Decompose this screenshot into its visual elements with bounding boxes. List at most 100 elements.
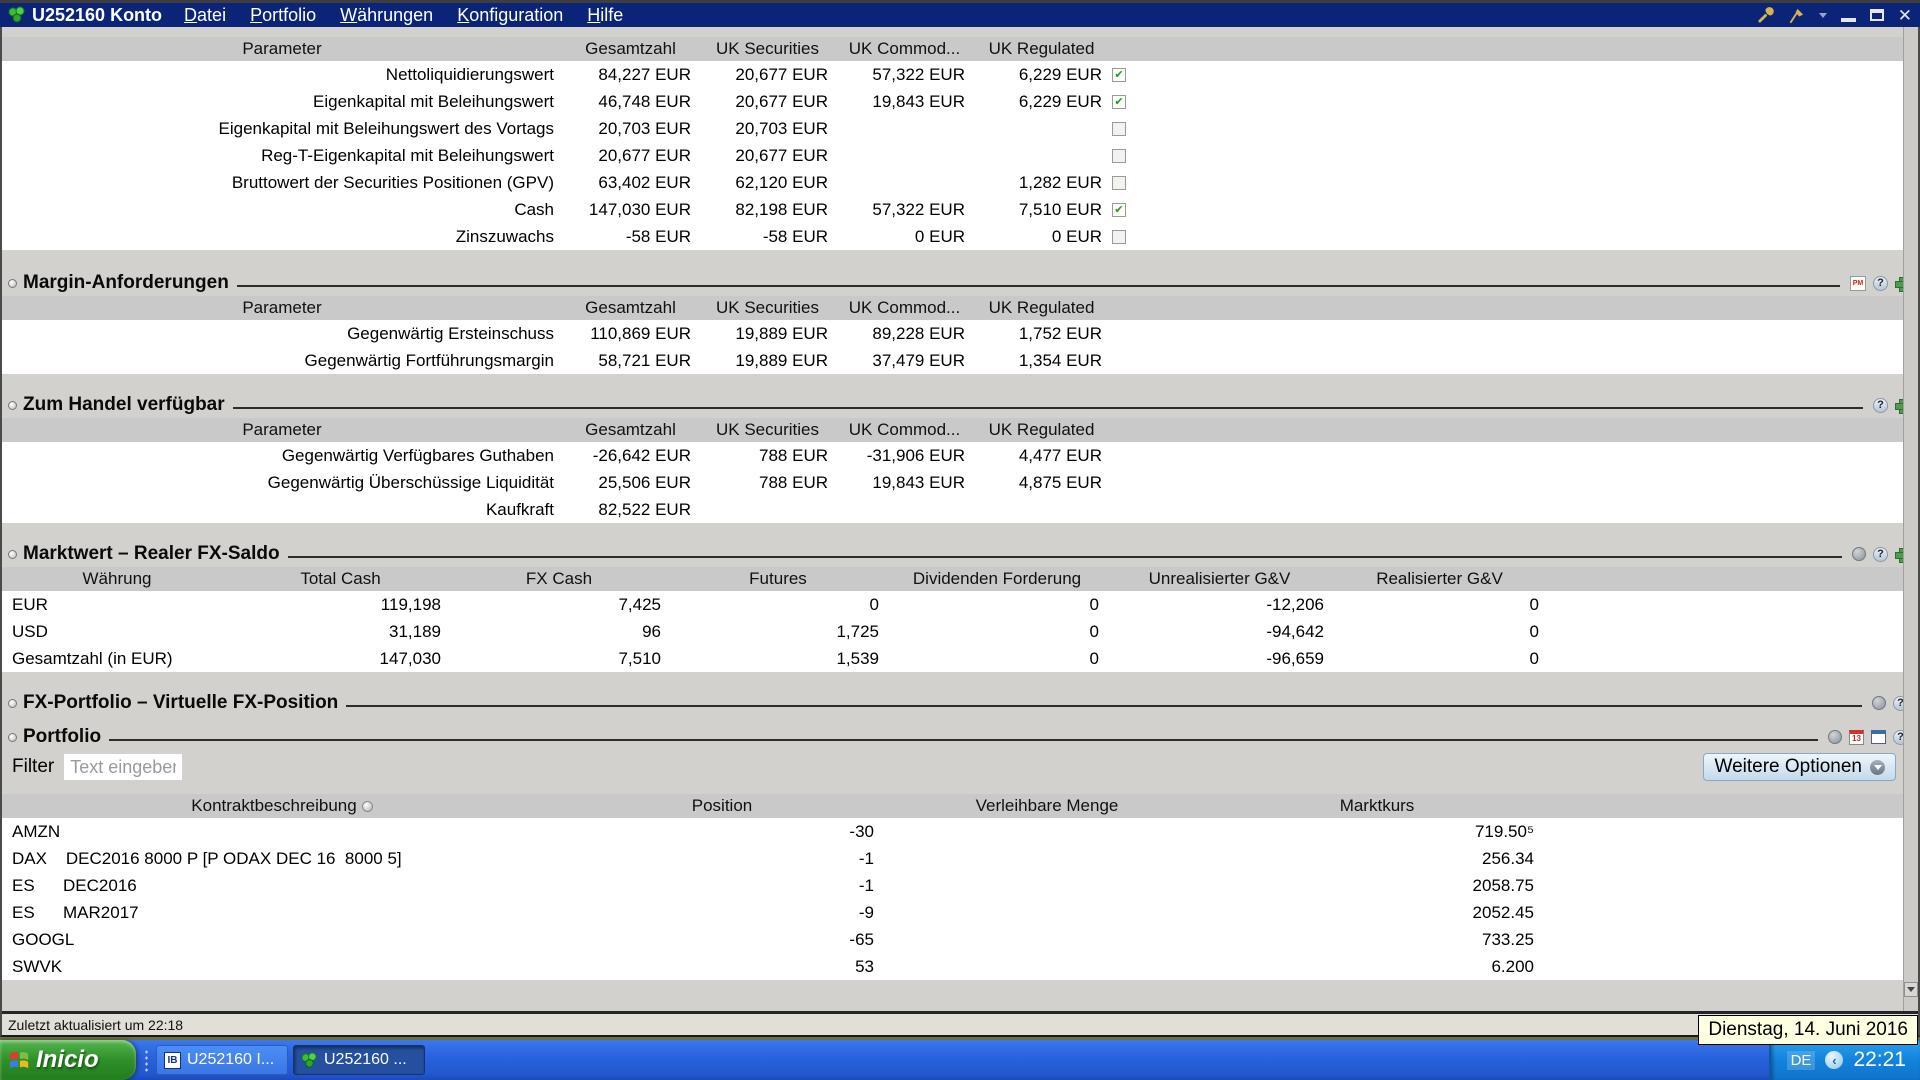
help-icon[interactable] [1873, 546, 1888, 562]
contract-description: AMZN [12, 821, 61, 841]
window-icon[interactable] [1871, 730, 1886, 744]
help-icon[interactable] [1873, 275, 1888, 291]
position-row[interactable]: SWVK 53 6.200 [2, 953, 1918, 980]
balance-row[interactable]: Nettoliquidierungswert 84,227 EUR 20,677… [2, 61, 1918, 88]
available-row[interactable]: Kaufkraft 82,522 EUR [2, 496, 1918, 523]
col-uk-commod: UK Commod... [848, 298, 961, 317]
contract-description: SWVK [12, 956, 63, 976]
close-icon[interactable]: ✕ [1898, 7, 1912, 24]
value-uk-commod: 57,322 EUR [872, 199, 965, 219]
section-title: FX-Portfolio – Virtuelle FX-Position [23, 692, 339, 713]
value-uk-regulated [973, 496, 1110, 523]
balance-row[interactable]: Eigenkapital mit Beleihungswert 46,748 E… [2, 88, 1918, 115]
available-row[interactable]: Gegenwärtig Überschüssige Liquidität 25,… [2, 469, 1918, 496]
position-row[interactable]: AMZN -30 719.50⁵ [2, 818, 1918, 845]
currency-row[interactable]: USD 31,189 96 1,725 0 -94,642 0 [2, 618, 1918, 645]
section-fx-portfolio: FX-Portfolio – Virtuelle FX-Position [2, 690, 1918, 716]
maximize-icon[interactable] [1869, 9, 1884, 21]
content-area: Parameter Gesamtzahl UK Securities UK Co… [2, 27, 1918, 1011]
hand-icon[interactable] [1872, 696, 1886, 710]
hand-icon[interactable] [1852, 547, 1866, 561]
dividenden: 0 [1089, 594, 1099, 614]
market-value-header: Währung Total Cash FX Cash Futures Divid… [2, 567, 1918, 591]
value-gesamtzahl: -58 EUR [625, 226, 691, 246]
margin-table: Gegenwärtig Ersteinschuss 110,869 EUR 19… [2, 320, 1918, 374]
collapse-tray-icon[interactable]: ‹ [1825, 1051, 1844, 1069]
fx-cash: 7,510 [618, 648, 661, 668]
start-button[interactable]: Inicio [0, 1040, 136, 1080]
margin-row[interactable]: Gegenwärtig Ersteinschuss 110,869 EUR 19… [2, 320, 1918, 347]
coins-app-icon [8, 6, 25, 23]
total-cash: 119,198 [380, 594, 441, 614]
language-indicator[interactable]: DE [1786, 1050, 1816, 1070]
menu-item[interactable]: Datei [184, 5, 226, 26]
realisiert: 0 [1529, 594, 1539, 614]
row-checkbox[interactable] [1112, 148, 1126, 163]
col-marktkurs[interactable]: Marktkurs [1212, 794, 1542, 818]
row-checkbox[interactable] [1112, 175, 1126, 190]
col-kontraktbeschreibung[interactable]: Kontraktbeschreibung [2, 794, 562, 818]
margin-row[interactable]: Gegenwärtig Fortführungsmargin 58,721 EU… [2, 347, 1918, 374]
row-checkbox[interactable] [1112, 94, 1126, 109]
balance-row[interactable]: Reg-T-Eigenkapital mit Beleihungswert 20… [2, 142, 1918, 169]
col-total-cash: Total Cash [300, 569, 381, 588]
row-checkbox[interactable] [1112, 202, 1126, 217]
value-gesamtzahl: 63,402 EUR [598, 172, 691, 192]
balance-row[interactable]: Cash 147,030 EUR 82,198 EUR 57,322 EUR 7… [2, 196, 1918, 223]
section-available: Zum Handel verfügbar [2, 392, 1918, 418]
row-checkbox[interactable] [1112, 229, 1126, 244]
vertical-scrollbar[interactable] [1903, 27, 1918, 1011]
more-options-button[interactable]: Weitere Optionen [1703, 753, 1896, 781]
taskbar-item-tws[interactable]: IB U252160 I... [156, 1045, 288, 1075]
col-verleihbare-menge[interactable]: Verleihbare Menge [882, 794, 1212, 818]
menu-item[interactable]: Währungen [340, 5, 433, 26]
hand-icon[interactable] [1828, 730, 1842, 744]
collapse-toggle-icon[interactable] [8, 549, 17, 559]
taskbar-item-label: U252160 I... [187, 1051, 275, 1068]
menu-item[interactable]: Hilfe [587, 5, 623, 26]
contract-description: ES DEC2016 [12, 875, 137, 895]
position-row[interactable]: GOOGL -65 733.25 [2, 926, 1918, 953]
minimize-icon[interactable] [1840, 17, 1856, 22]
value-uk-securities: 82,198 EUR [735, 199, 828, 219]
taskbar-item-label: U252160 ... [324, 1051, 407, 1068]
dividenden: 0 [1089, 621, 1099, 641]
available-row[interactable]: Gegenwärtig Verfügbares Guthaben -26,642… [2, 442, 1918, 469]
collapse-toggle-icon[interactable] [8, 732, 17, 742]
value-uk-securities: 19,889 EUR [735, 350, 828, 370]
scroll-down-icon[interactable] [1904, 982, 1918, 997]
section-title: Margin-Anforderungen [23, 272, 229, 293]
lendable-qty [882, 899, 1212, 926]
currency-row[interactable]: EUR 119,198 7,425 0 0 -12,206 0 [2, 591, 1918, 618]
collapse-toggle-icon[interactable] [8, 278, 17, 288]
filter-input[interactable] [64, 754, 183, 780]
position-row[interactable]: ES MAR2017 -9 2052.45 [2, 899, 1918, 926]
balance-row[interactable]: Eigenkapital mit Beleihungswert des Vort… [2, 115, 1918, 142]
pm-report-icon[interactable] [1850, 275, 1866, 291]
dropdown-arrow-icon[interactable] [1818, 12, 1827, 18]
help-icon[interactable] [1873, 397, 1888, 413]
row-label: Eigenkapital mit Beleihungswert [313, 91, 554, 111]
value-uk-regulated: 0 EUR [1051, 226, 1102, 246]
balance-row[interactable]: Bruttowert der Securities Positionen (GP… [2, 169, 1918, 196]
currency-row[interactable]: Gesamtzahl (in EUR) 147,030 7,510 1,539 … [2, 645, 1918, 672]
value-uk-commod: 19,843 EUR [872, 91, 965, 111]
taskbar-item-konto[interactable]: U252160 ... [293, 1045, 425, 1075]
menu-item[interactable]: Portfolio [250, 5, 316, 26]
col-position[interactable]: Position [562, 794, 882, 818]
menu-item[interactable]: Konfiguration [457, 5, 563, 26]
position-qty: -1 [858, 875, 874, 895]
row-label: Gegenwärtig Fortführungsmargin [304, 350, 554, 370]
balance-row[interactable]: Zinszuwachs -58 EUR -58 EUR 0 EUR 0 EUR [2, 223, 1918, 250]
position-row[interactable]: ES DEC2016 -1 2058.75 [2, 872, 1918, 899]
wrench-icon[interactable] [1757, 6, 1774, 24]
col-realisiert: Realisierter G&V [1376, 569, 1503, 588]
collapse-toggle-icon[interactable] [8, 698, 17, 708]
balances-table: Nettoliquidierungswert 84,227 EUR 20,677… [2, 61, 1918, 250]
row-checkbox[interactable] [1112, 67, 1126, 82]
row-checkbox[interactable] [1112, 121, 1126, 136]
collapse-toggle-icon[interactable] [8, 400, 17, 410]
position-row[interactable]: DAX DEC2016 8000 P [P ODAX DEC 16 8000 5… [2, 845, 1918, 872]
calendar-icon[interactable] [1849, 729, 1864, 745]
pin-icon[interactable] [1788, 7, 1805, 24]
